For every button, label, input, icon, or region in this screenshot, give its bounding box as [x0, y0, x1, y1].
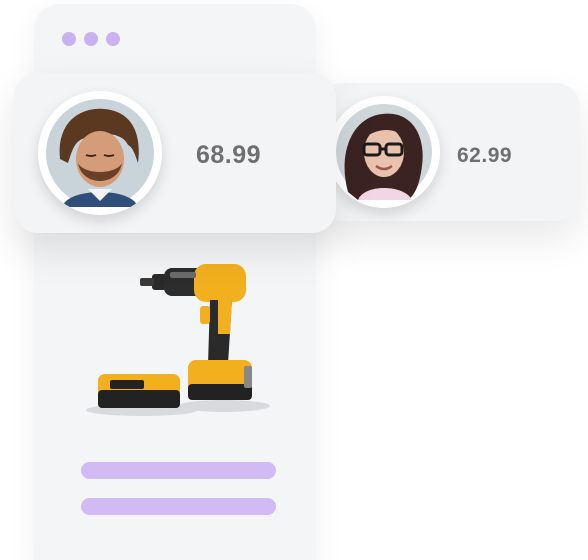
three-dot-menu-icon[interactable] [62, 32, 120, 46]
dot-icon [62, 32, 76, 46]
man-avatar-icon [38, 91, 162, 215]
bid-card[interactable]: 68.99 [14, 73, 336, 233]
bid-amount: 68.99 [196, 141, 262, 169]
cordless-drill-icon [86, 264, 270, 416]
placeholder-text-line [81, 498, 276, 515]
dot-icon [84, 32, 98, 46]
placeholder-text-line [81, 462, 276, 479]
bid-amount: 62.99 [457, 144, 513, 167]
auction-illustration: 62.99 68.99 [0, 0, 588, 560]
woman-avatar-icon [328, 96, 440, 208]
dot-icon [106, 32, 120, 46]
bid-card[interactable]: 62.99 [318, 83, 580, 221]
